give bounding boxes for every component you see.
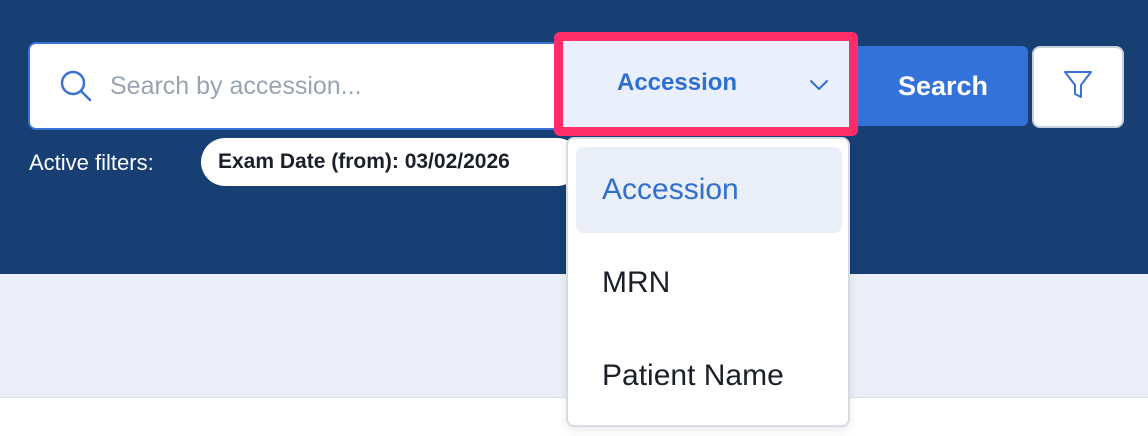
dropdown-option-label: Patient Name bbox=[602, 359, 784, 392]
dropdown-option-accession[interactable]: Accession bbox=[576, 147, 842, 233]
search-field-select-label: Accession bbox=[617, 69, 738, 96]
filter-icon bbox=[1063, 69, 1093, 106]
filter-chip[interactable]: Exam Date (from): 03/02/2026 bbox=[201, 138, 581, 186]
dropdown-option-label: Accession bbox=[602, 173, 739, 206]
filter-chip-text: Exam Date (from): 03/02/2026 bbox=[218, 150, 510, 173]
dropdown-option-patient-name[interactable]: Patient Name bbox=[576, 333, 842, 419]
search-button[interactable]: Search bbox=[858, 46, 1028, 126]
chevron-down-icon bbox=[807, 73, 831, 97]
active-filters-label: Active filters: bbox=[29, 150, 154, 175]
search-icon bbox=[58, 68, 94, 104]
dropdown-option-mrn[interactable]: MRN bbox=[576, 240, 842, 326]
dropdown-option-label: MRN bbox=[602, 266, 671, 299]
search-field-select[interactable]: Accession bbox=[554, 32, 858, 136]
filter-button[interactable] bbox=[1032, 46, 1124, 128]
search-input[interactable] bbox=[110, 64, 540, 108]
search-box[interactable] bbox=[28, 42, 560, 130]
search-field-dropdown: Accession MRN Patient Name bbox=[566, 137, 850, 427]
